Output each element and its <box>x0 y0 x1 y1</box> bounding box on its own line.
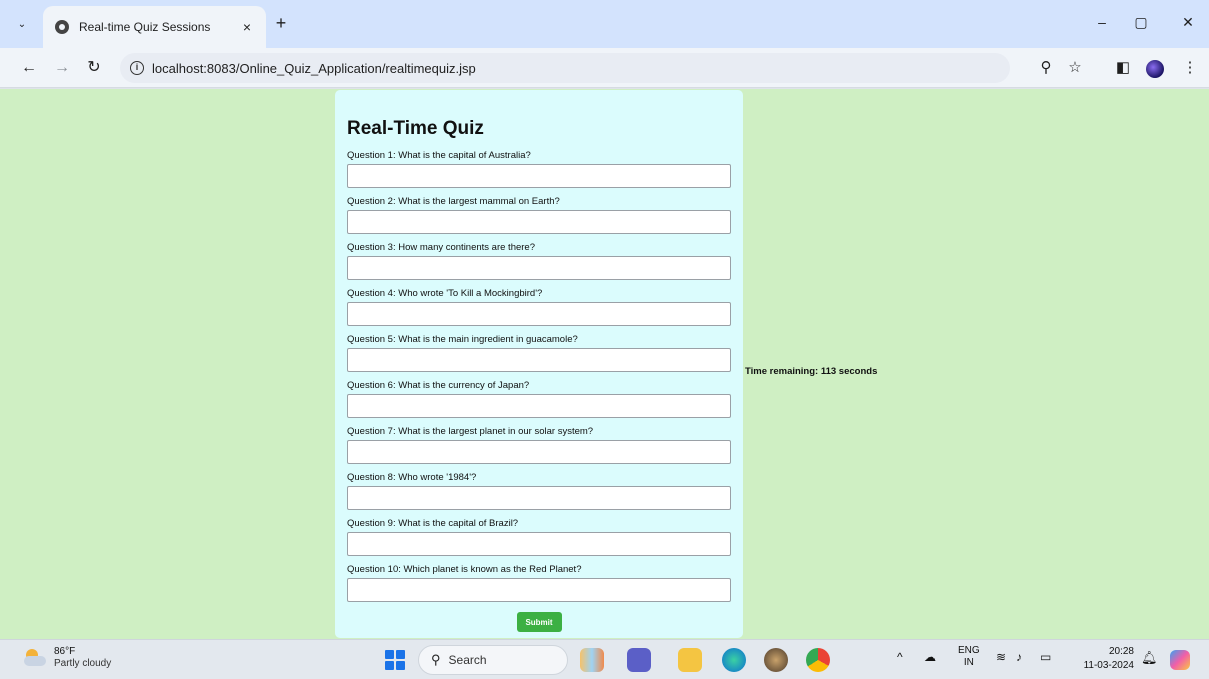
zoom-icon[interactable]: ⚲ <box>1036 58 1056 78</box>
file-explorer-icon[interactable] <box>678 648 702 672</box>
wifi-icon[interactable]: ≋ <box>996 650 1006 664</box>
time-remaining: Time remaining: 113 seconds <box>745 366 878 377</box>
question-label: Question 6: What is the currency of Japa… <box>347 380 530 391</box>
taskbar: 86°F Partly cloudy ⚲ Search ^ ☁ ENG IN ≋… <box>0 639 1209 679</box>
cloud-icon[interactable]: ☁ <box>924 650 936 664</box>
weather-widget[interactable]: 86°F Partly cloudy <box>24 646 111 670</box>
quiz-form: Question 1: What is the capital of Austr… <box>347 150 731 602</box>
site-info-icon[interactable]: i <box>130 61 144 75</box>
question-item: Question 4: Who wrote 'To Kill a Mocking… <box>347 288 731 326</box>
volume-icon[interactable]: ♪ <box>1016 650 1022 664</box>
clock-date: 11-03-2024 <box>1083 660 1134 671</box>
taskbar-search[interactable]: ⚲ Search <box>418 645 568 675</box>
question-item: Question 2: What is the largest mammal o… <box>347 196 731 234</box>
copilot-icon[interactable] <box>1170 650 1190 670</box>
submit-button[interactable]: Submit <box>516 612 562 632</box>
question-label: Question 7: What is the largest planet i… <box>347 426 594 437</box>
search-icon: ⚲ <box>431 652 441 667</box>
question-label: Question 5: What is the main ingredient … <box>347 334 578 345</box>
language-indicator[interactable]: ENG IN <box>958 645 980 669</box>
forward-button[interactable]: → <box>52 58 72 78</box>
clock[interactable]: 20:28 11-03-2024 <box>1070 645 1134 673</box>
chevron-down-icon: ⌄ <box>17 18 27 30</box>
weather-temp: 86°F <box>54 646 76 657</box>
teams-icon[interactable] <box>627 648 651 672</box>
region-code: IN <box>963 657 974 668</box>
tab-strip: ⌄ Real-time Quiz Sessions × + – ▢ ✕ <box>0 0 1209 48</box>
question-label: Question 9: What is the capital of Brazi… <box>347 518 519 529</box>
answer-input[interactable] <box>347 532 731 556</box>
reload-button[interactable]: ↻ <box>84 58 104 78</box>
answer-input[interactable] <box>347 394 731 418</box>
profile-avatar[interactable] <box>1146 60 1164 78</box>
answer-input[interactable] <box>347 578 731 602</box>
menu-dots-icon[interactable]: ⋮ <box>1180 58 1200 78</box>
search-placeholder: Search <box>448 653 487 667</box>
browser-toolbar: ← → ↻ i localhost:8083/Online_Quiz_Appli… <box>0 48 1209 88</box>
question-label: Question 10: Which planet is known as th… <box>347 564 582 575</box>
address-bar[interactable]: i localhost:8083/Online_Quiz_Application… <box>120 53 1010 83</box>
question-item: Question 3: How many continents are ther… <box>347 242 731 280</box>
answer-input[interactable] <box>347 256 731 280</box>
edge-icon[interactable] <box>722 648 746 672</box>
question-label: Question 2: What is the largest mammal o… <box>347 196 560 207</box>
url-text: localhost:8083/Online_Quiz_Application/r… <box>152 60 476 76</box>
question-item: Question 10: Which planet is known as th… <box>347 564 731 602</box>
close-window-button[interactable]: ✕ <box>1178 14 1198 34</box>
battery-icon[interactable]: ▭ <box>1040 650 1051 664</box>
answer-input[interactable] <box>347 440 731 464</box>
answer-input[interactable] <box>347 210 731 234</box>
answer-input[interactable] <box>347 486 731 510</box>
restore-button[interactable]: ▢ <box>1131 14 1151 34</box>
question-item: Question 7: What is the largest planet i… <box>347 426 731 464</box>
quiz-title: Real-Time Quiz <box>347 118 484 139</box>
partly-cloudy-icon <box>24 649 46 667</box>
minimize-button[interactable]: – <box>1092 14 1112 34</box>
windows-start-icon[interactable] <box>385 650 405 670</box>
notification-bell-icon[interactable]: 🔔︎ <box>1141 650 1158 666</box>
question-item: Question 9: What is the capital of Brazi… <box>347 518 731 556</box>
question-item: Question 5: What is the main ingredient … <box>347 334 731 372</box>
side-panel-icon[interactable]: ◧ <box>1113 58 1133 78</box>
question-item: Question 6: What is the currency of Japa… <box>347 380 731 418</box>
new-tab-button[interactable]: + <box>271 14 291 34</box>
tab-search-button[interactable]: ⌄ <box>11 13 33 35</box>
widgets-app-icon[interactable] <box>580 648 604 672</box>
answer-input[interactable] <box>347 348 731 372</box>
answer-input[interactable] <box>347 164 731 188</box>
globe-icon <box>55 20 69 34</box>
question-label: Question 8: Who wrote '1984'? <box>347 472 477 483</box>
question-item: Question 8: Who wrote '1984'? <box>347 472 731 510</box>
clock-time: 20:28 <box>1108 646 1134 657</box>
chrome-icon[interactable] <box>806 648 830 672</box>
question-label: Question 3: How many continents are ther… <box>347 242 535 253</box>
lang-code: ENG <box>958 645 980 656</box>
app-badge-icon[interactable] <box>764 648 788 672</box>
question-label: Question 1: What is the capital of Austr… <box>347 150 531 161</box>
question-item: Question 1: What is the capital of Austr… <box>347 150 731 188</box>
browser-tab[interactable]: Real-time Quiz Sessions × <box>43 6 266 48</box>
chevron-up-icon[interactable]: ^ <box>897 650 903 664</box>
tab-close-icon[interactable]: × <box>238 19 256 35</box>
page-content: Real-Time Quiz Question 1: What is the c… <box>0 89 1209 639</box>
question-label: Question 4: Who wrote 'To Kill a Mocking… <box>347 288 543 299</box>
bookmark-star-icon[interactable]: ☆ <box>1065 58 1085 78</box>
answer-input[interactable] <box>347 302 731 326</box>
tab-title: Real-time Quiz Sessions <box>79 20 211 34</box>
quiz-panel: Real-Time Quiz Question 1: What is the c… <box>335 90 743 638</box>
weather-condition: Partly cloudy <box>54 658 112 669</box>
back-button[interactable]: ← <box>19 58 39 78</box>
